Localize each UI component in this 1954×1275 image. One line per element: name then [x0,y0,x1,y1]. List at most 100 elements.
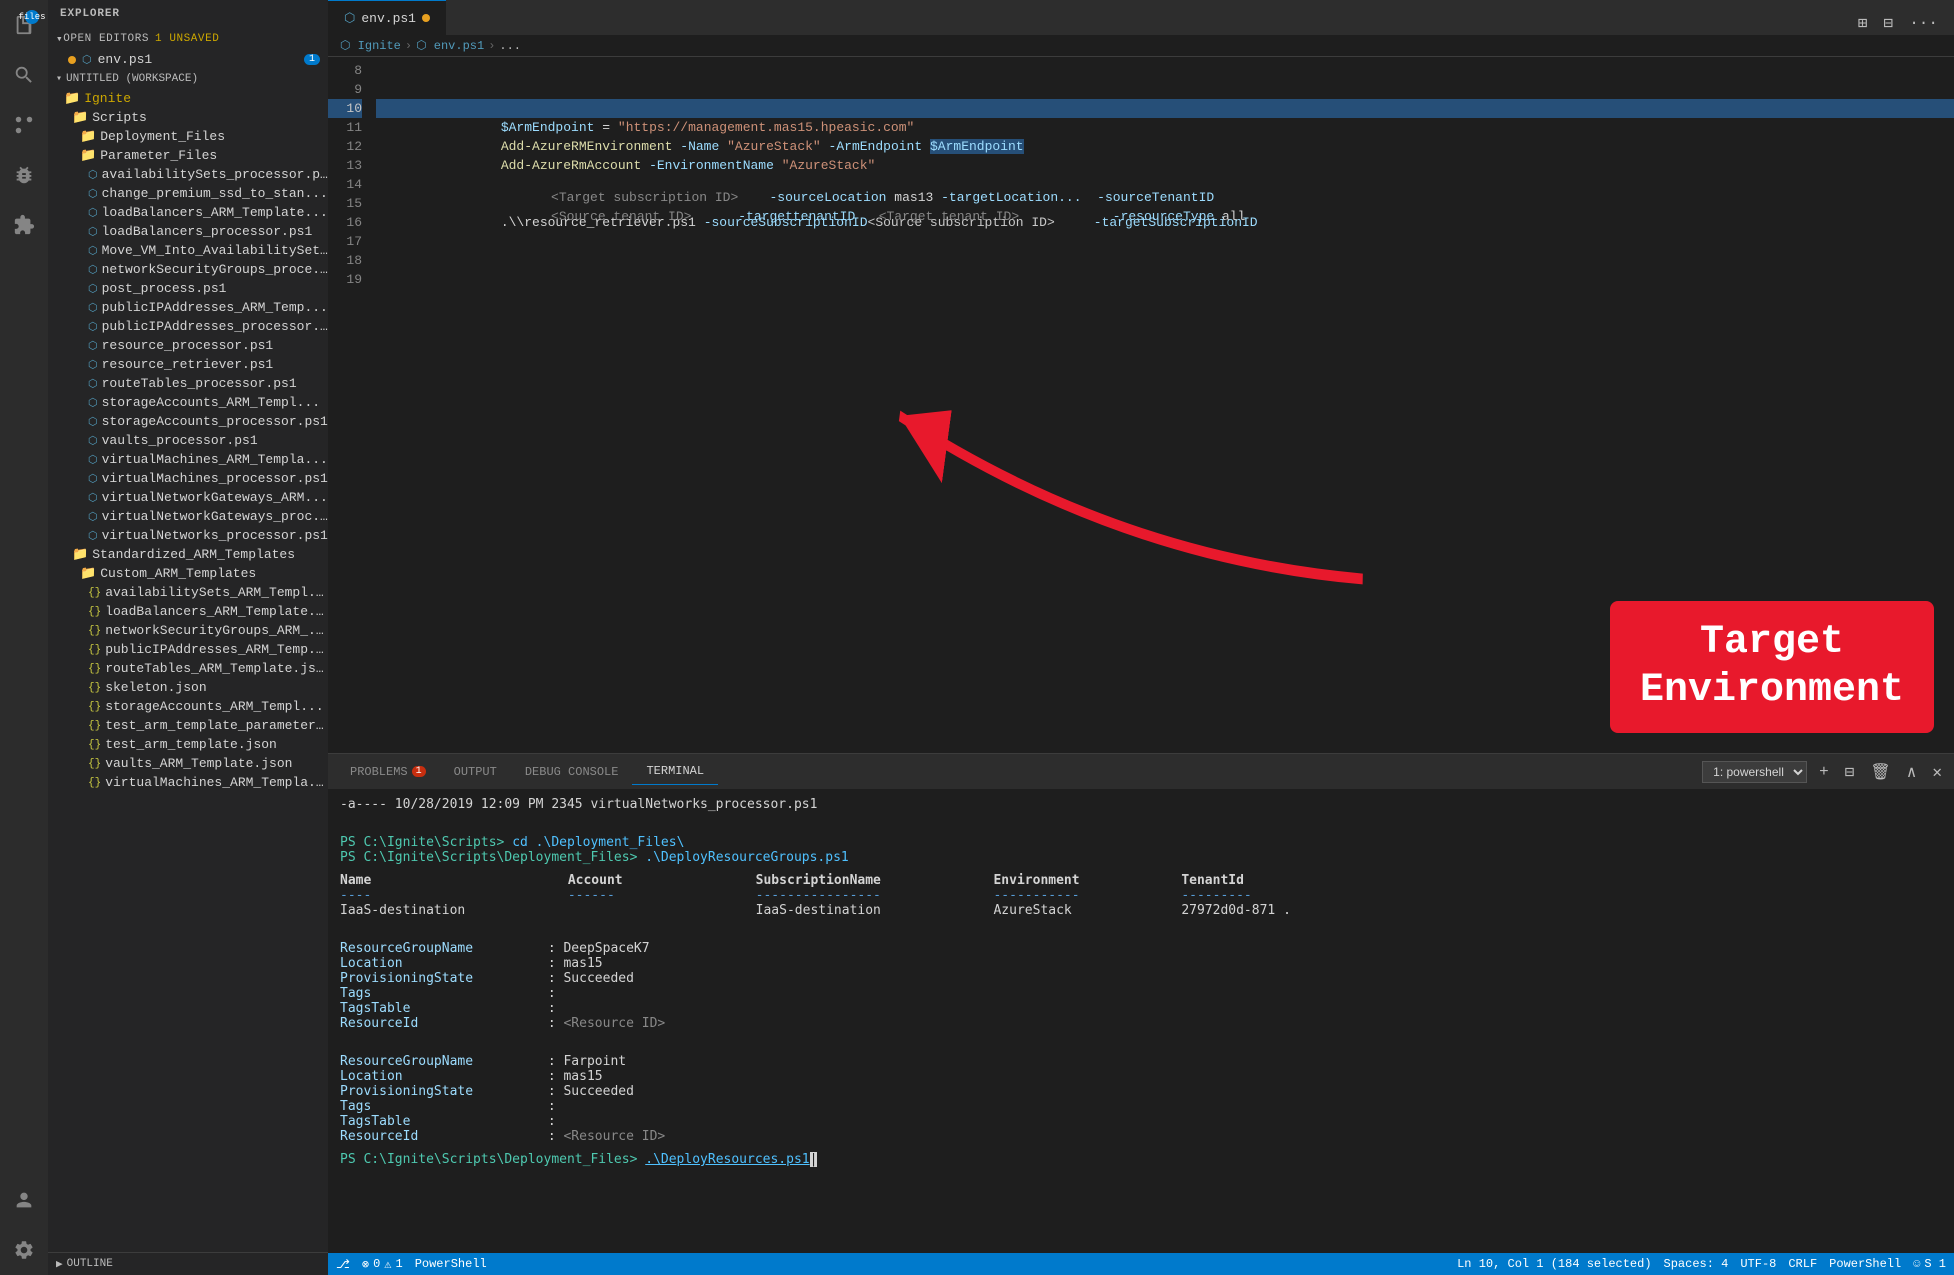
tree-item[interactable]: ⬡ publicIPAddresses_ARM_Temp... [48,298,328,317]
tree-item[interactable]: {} networkSecurityGroups_ARM_... [48,621,328,640]
activity-account-icon[interactable] [7,1183,41,1217]
tree-item[interactable]: {} publicIPAddresses_ARM_Temp... [48,640,328,659]
maximize-icon[interactable]: ∧ [1903,760,1921,784]
tree-item[interactable]: ⬡ vaults_processor.ps1 [48,431,328,450]
terminal-blank-line [340,820,1942,835]
tree-item[interactable]: ⬡ virtualMachines_ARM_Templa... [48,450,328,469]
ps1-icon: ⬡ [88,358,98,372]
tree-item[interactable]: ⬡ change_premium_ssd_to_stan... [48,184,328,203]
error-warning-count[interactable]: ⊗ 0 ⚠ 1 [362,1257,403,1272]
activity-settings-icon[interactable] [7,1233,41,1267]
json-icon: {} [88,663,101,675]
tree-item[interactable]: ⬡ virtualNetworkGateways_ARM... [48,488,328,507]
tree-item[interactable]: ⬡ Move_VM_Into_AvailabilitySet... [48,241,328,260]
ps1-icon: ⬡ [88,453,98,467]
breadcrumb-ignite[interactable]: ⬡ Ignite [340,38,401,53]
tab-env-ps1[interactable]: ⬡ env.ps1 [328,0,446,35]
workspace-tree: ▾ UNTITLED (WORKSPACE) 📁 Ignite 📁 Script… [48,69,328,1252]
kill-terminal-icon[interactable]: 🗑 [1866,760,1894,784]
tree-item[interactable]: {} virtualMachines_ARM_Templa... [48,773,328,792]
terminal-rg2-location: Location : mas15 [340,1069,1942,1084]
tree-item[interactable]: {} test_arm_template.json [48,735,328,754]
spaces[interactable]: Spaces: 4 [1664,1257,1729,1271]
tree-deployment-label: Deployment_Files [100,129,225,144]
tree-item[interactable]: ⬡ resource_retriever.ps1 [48,355,328,374]
cursor-position[interactable]: Ln 10, Col 1 (184 selected) [1457,1257,1651,1271]
more-actions-icon[interactable]: ··· [1905,12,1942,34]
code-editor[interactable]: 8 9 10 11 12 13 14 15 16 17 18 19 [328,57,1954,753]
tree-item[interactable]: {} skeleton.json [48,678,328,697]
terminal-rg2-spacer [340,1039,1942,1054]
tree-item[interactable]: ⬡ publicIPAddresses_processor... [48,317,328,336]
outline-section[interactable]: ▶ OUTLINE [48,1253,328,1275]
workspace-header[interactable]: ▾ UNTITLED (WORKSPACE) [48,69,328,89]
tree-deployment-files[interactable]: 📁 Deployment_Files [48,127,328,146]
tree-item[interactable]: ⬡ loadBalancers_processor.ps1 [48,222,328,241]
open-editor-env-ps1[interactable]: ⬡ env.ps1 1 [48,50,328,69]
new-terminal-icon[interactable]: + [1815,761,1833,783]
tree-item[interactable]: ⬡ loadBalancers_ARM_Template... [48,203,328,222]
terminal-table-header: Name Account SubscriptionName Environmen… [340,873,1942,888]
activity-debug-icon[interactable] [7,158,41,192]
powershell-label: PowerShell [415,1257,487,1271]
terminal-content[interactable]: -a---- 10/28/2019 12:09 PM 2345 virtualN… [328,789,1954,1253]
ps1-icon: ⬡ [88,263,98,277]
tree-ignite-label: Ignite [84,91,131,106]
git-branch-icon: ⎇ [336,1257,350,1272]
terminal-rg1-resourceid: ResourceId : <Resource ID> [340,1016,1942,1031]
tree-item[interactable]: ⬡ virtualNetworks_processor.ps1 [48,526,328,545]
tree-item[interactable]: ⬡ virtualNetworkGateways_proc... [48,507,328,526]
split-editor-icon[interactable]: ⊞ [1854,11,1872,35]
terminal-rg1-name: ResourceGroupName : DeepSpaceK7 [340,941,1942,956]
tab-output[interactable]: OUTPUT [440,759,511,785]
tree-item[interactable]: ⬡ virtualMachines_processor.ps1 [48,469,328,488]
activity-git-icon[interactable] [7,108,41,142]
ps1-icon: ⬡ [88,244,98,258]
tree-item[interactable]: {} vaults_ARM_Template.json [48,754,328,773]
activity-extensions-icon[interactable] [7,208,41,242]
tree-ignite[interactable]: 📁 Ignite [48,89,328,108]
tree-scripts[interactable]: 📁 Scripts [48,108,328,127]
close-terminal-icon[interactable]: ✕ [1928,760,1946,784]
tree-item[interactable]: {} routeTables_ARM_Template.json [48,659,328,678]
tree-item[interactable]: {} availabilitySets_ARM_Templ... [48,583,328,602]
open-editors-header[interactable]: ▾ OPEN EDITORS 1 UNSAVED [48,28,328,50]
tree-parameter-files[interactable]: 📁 Parameter_Files [48,146,328,165]
tree-item[interactable]: ⬡ resource_processor.ps1 [48,336,328,355]
json-icon: {} [88,644,101,656]
folder-icon: 📁 [80,129,96,144]
line-endings[interactable]: CRLF [1788,1257,1817,1271]
json-icon: {} [88,777,101,789]
split-terminal-icon[interactable]: ⊟ [1841,760,1859,784]
line-endings-label: CRLF [1788,1257,1817,1271]
feedback[interactable]: ☺ S 1 [1913,1257,1946,1271]
tab-problems[interactable]: PROBLEMS 1 [336,759,440,785]
terminal-area: PROBLEMS 1 OUTPUT DEBUG CONSOLE TERMINAL… [328,753,1954,1253]
breadcrumb-env-ps1[interactable]: ⬡ env.ps1 [416,38,484,53]
tree-item[interactable]: {} loadBalancers_ARM_Template... [48,602,328,621]
tree-item[interactable]: {} test_arm_template_parameter... [48,716,328,735]
tree-item[interactable]: ⬡ availabilitySets_processor.ps1 [48,165,328,184]
language-mode[interactable]: PowerShell [1829,1257,1901,1271]
activity-search-icon[interactable] [7,58,41,92]
tree-item[interactable]: ⬡ routeTables_processor.ps1 [48,374,328,393]
shell-selector[interactable]: 1: powershell [1702,761,1807,783]
powershell-status[interactable]: PowerShell [415,1257,487,1271]
tree-item[interactable]: ⬡ storageAccounts_ARM_Templ... [48,393,328,412]
activity-files-icon[interactable]: files [7,8,41,42]
tree-item[interactable]: ⬡ storageAccounts_processor.ps1 [48,412,328,431]
git-status[interactable]: ⎇ [336,1257,350,1272]
tab-terminal[interactable]: TERMINAL [632,758,718,785]
output-label: OUTPUT [454,765,497,779]
spaces-label: Spaces: 4 [1664,1257,1729,1271]
tree-item[interactable]: {} storageAccounts_ARM_Templ... [48,697,328,716]
toggle-layout-icon[interactable]: ⊟ [1880,11,1898,35]
tree-item[interactable]: ⬡ post_process.ps1 [48,279,328,298]
tab-debug-console[interactable]: DEBUG CONSOLE [511,759,633,785]
tree-item[interactable]: ⬡ networkSecurityGroups_proce... [48,260,328,279]
open-editor-name: env.ps1 [98,52,153,67]
tree-custom-arm[interactable]: 📁 Custom_ARM_Templates [48,564,328,583]
breadcrumb: ⬡ Ignite › ⬡ env.ps1 › ... [328,35,1954,57]
encoding[interactable]: UTF-8 [1740,1257,1776,1271]
tree-standardized[interactable]: 📁 Standardized_ARM_Templates [48,545,328,564]
